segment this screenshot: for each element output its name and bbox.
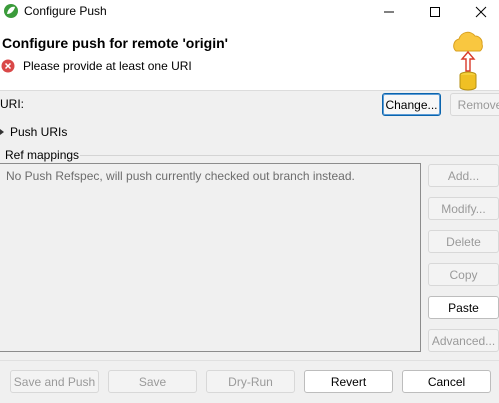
copy-refspec-button[interactable]: Copy [428,263,499,286]
push-uris-toggle[interactable]: Push URIs [0,125,67,139]
add-refspec-button[interactable]: Add... [428,164,499,187]
remove-uri-button[interactable]: Remove [450,93,499,116]
revert-button[interactable]: Revert [304,370,393,393]
close-icon [475,6,487,17]
save-and-push-button[interactable]: Save and Push [10,370,99,393]
dry-run-button[interactable]: Dry-Run [206,370,295,393]
minimize-button[interactable] [367,0,411,23]
maximize-button[interactable] [413,0,457,23]
delete-refspec-button[interactable]: Delete [428,230,499,253]
footer-divider [0,360,499,361]
error-message: Please provide at least one URI [23,59,192,73]
advanced-refspec-button[interactable]: Advanced... [428,329,499,352]
dialog-heading: Configure push for remote 'origin' [2,35,228,51]
push-uris-label: Push URIs [10,125,68,139]
cancel-button[interactable]: Cancel [402,370,491,393]
cloud-push-database-icon [453,31,483,91]
paste-refspec-button[interactable]: Paste [428,296,499,319]
eclipse-leaf-icon [4,4,18,18]
save-button[interactable]: Save [108,370,197,393]
dialog-header: Configure push for remote 'origin' Pleas… [0,23,499,91]
error-icon [1,59,15,73]
ref-mappings-divider [80,155,499,156]
chevron-right-icon [0,129,4,135]
modify-refspec-button[interactable]: Modify... [428,197,499,220]
minimize-icon [384,11,394,12]
title-bar: Configure Push [0,0,499,23]
close-button[interactable] [459,0,499,23]
change-uri-button[interactable]: Change... [382,93,441,116]
refspec-placeholder: No Push Refspec, will push currently che… [6,169,355,183]
maximize-icon [430,6,440,17]
refspec-list[interactable]: No Push Refspec, will push currently che… [0,163,421,352]
uri-label: URI: [0,97,24,111]
ref-mappings-label: Ref mappings [5,148,80,162]
window-title: Configure Push [24,4,107,18]
